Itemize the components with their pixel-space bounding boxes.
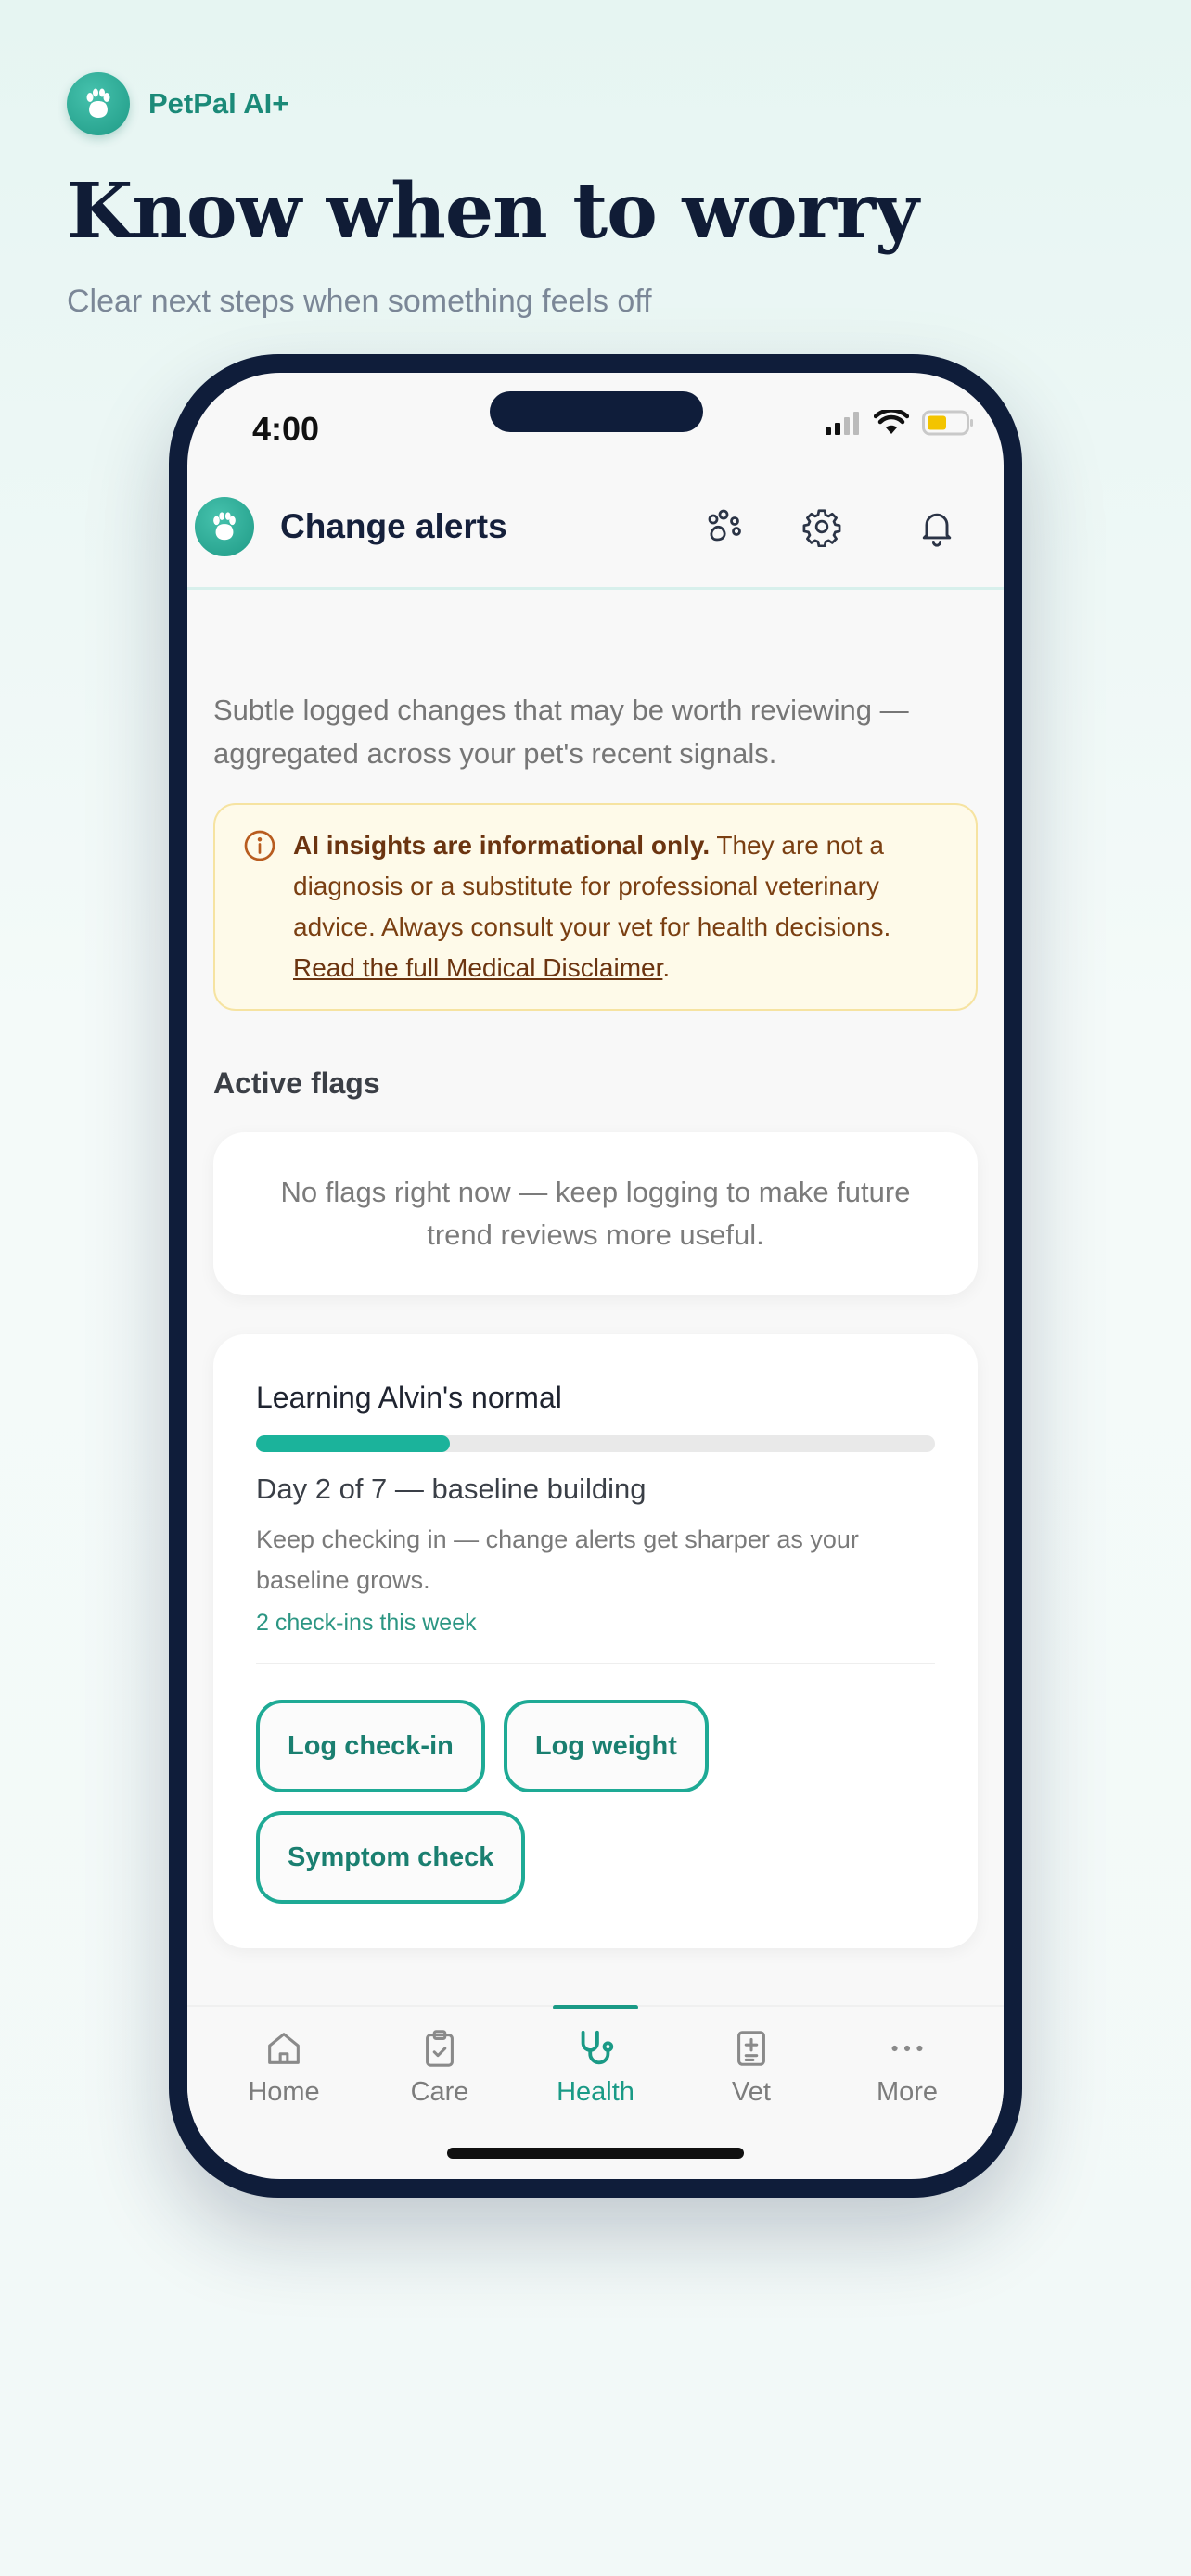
- brand: PetPal AI+: [67, 72, 288, 135]
- notifications-button[interactable]: [909, 499, 965, 555]
- active-flags-heading: Active flags: [213, 1066, 380, 1100]
- tab-more-label: More: [876, 2077, 939, 2107]
- medical-disclaimer-link[interactable]: Read the full Medical Disclaimer: [293, 953, 662, 982]
- medical-file-icon: [737, 2031, 765, 2066]
- app-bar: Change alerts: [187, 465, 1004, 590]
- symptom-check-button[interactable]: Symptom check: [256, 1811, 526, 1904]
- pet-switch-button[interactable]: [698, 499, 753, 555]
- paw-icon: [708, 509, 741, 541]
- baseline-description: Keep checking in — change alerts get sha…: [256, 1525, 859, 1594]
- disclaimer-heading: AI insights are informational only.: [293, 831, 711, 860]
- checkin-count: 2 check-ins this week: [256, 1610, 477, 1636]
- tab-care[interactable]: Care: [362, 2007, 518, 2125]
- baseline-progress-fill: [256, 1435, 451, 1452]
- screen-title: Change alerts: [280, 506, 507, 545]
- tab-home[interactable]: Home: [206, 2007, 362, 2125]
- battery-icon: [922, 410, 973, 436]
- baseline-learning-card: Learning Alvin's normal Day 2 of 7 — bas…: [213, 1334, 978, 1948]
- tab-vet[interactable]: Vet: [673, 2007, 829, 2125]
- phone-screen: 4:00 Change alerts Subtle logged changes…: [187, 373, 1004, 2179]
- baseline-status: Day 2 of 7 — baseline building: [256, 1473, 647, 1505]
- disclaimer-end: .: [662, 953, 671, 982]
- gear-icon: [802, 508, 841, 547]
- info-icon: [244, 830, 275, 861]
- dynamic-island: [490, 391, 703, 432]
- tab-vet-label: Vet: [732, 2077, 771, 2107]
- baseline-progress-bar: [256, 1435, 935, 1452]
- content-area[interactable]: Subtle logged changes that may be worth …: [213, 688, 978, 1948]
- page-subline: Clear next steps when something feels of…: [67, 284, 652, 319]
- tab-care-label: Care: [410, 2077, 469, 2107]
- stethoscope-icon: [581, 2030, 614, 2065]
- cellular-signal-icon: [826, 412, 859, 435]
- status-time: 4:00: [252, 410, 320, 448]
- more-dots-icon: [891, 2045, 923, 2052]
- brand-name: PetPal AI+: [148, 87, 289, 120]
- intro-text: Subtle logged changes that may be worth …: [213, 694, 909, 770]
- home-icon: [268, 2033, 300, 2064]
- settings-button[interactable]: [794, 499, 850, 555]
- tab-health-label: Health: [557, 2077, 634, 2107]
- tab-more[interactable]: More: [829, 2007, 985, 2125]
- paw-logo-icon: [67, 72, 130, 135]
- home-indicator: [447, 2148, 744, 2159]
- wifi-icon: [874, 410, 909, 434]
- bell-icon: [922, 513, 952, 547]
- bottom-tab-bar: Home Care Health Vet More: [187, 2005, 1004, 2125]
- app-logo-icon[interactable]: [195, 496, 254, 556]
- active-tab-indicator: [553, 2005, 638, 2009]
- empty-flags-message: No flags right now — keep logging to mak…: [280, 1176, 911, 1251]
- phone-frame: 4:00 Change alerts Subtle logged changes…: [169, 354, 1022, 2198]
- quick-actions: Log check-in Log weight Symptom check: [256, 1700, 935, 1904]
- clipboard-icon: [426, 2030, 454, 2067]
- tab-health[interactable]: Health: [518, 2005, 673, 2125]
- log-weight-button[interactable]: Log weight: [503, 1700, 709, 1792]
- empty-flags-card: No flags right now — keep logging to mak…: [213, 1132, 978, 1295]
- tab-home-label: Home: [248, 2077, 320, 2107]
- status-icons: [826, 410, 974, 436]
- medical-disclaimer-banner: AI insights are informational only. They…: [213, 803, 978, 1011]
- learning-title: Learning Alvin's normal: [256, 1381, 562, 1414]
- log-checkin-button[interactable]: Log check-in: [256, 1700, 485, 1792]
- page-headline: Know when to worry: [67, 167, 919, 256]
- divider: [256, 1663, 935, 1664]
